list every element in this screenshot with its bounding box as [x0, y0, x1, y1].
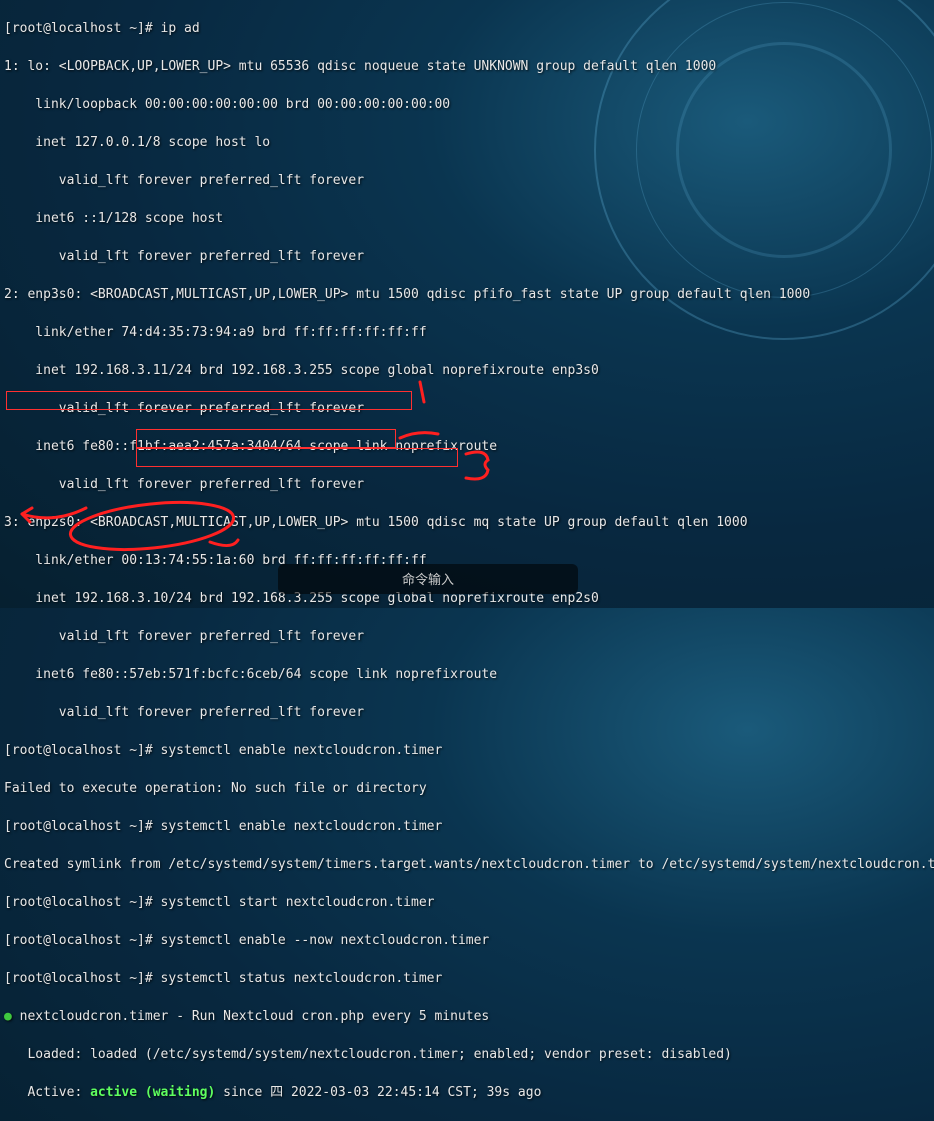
terminal-line: valid_lft forever preferred_lft forever	[4, 399, 930, 418]
status-unit-text: nextcloudcron.timer - Run Nextcloud cron…	[12, 1009, 489, 1024]
terminal-line: 3: enp2s0: <BROADCAST,MULTICAST,UP,LOWER…	[4, 513, 930, 532]
status-loaded-line: Loaded: loaded (/etc/systemd/system/next…	[4, 1045, 930, 1064]
status-loaded-value: loaded (/etc/systemd/system/nextcloudcro…	[90, 1047, 732, 1062]
terminal-line: inet6 fe80::f1bf:aea2:457a:3404/64 scope…	[4, 437, 930, 456]
terminal-line: inet 192.168.3.11/24 brd 192.168.3.255 s…	[4, 361, 930, 380]
terminal-line: Created symlink from /etc/systemd/system…	[4, 855, 930, 874]
terminal-line: valid_lft forever preferred_lft forever	[4, 171, 930, 190]
terminal-line: [root@localhost ~]# systemctl enable nex…	[4, 741, 930, 760]
terminal-line: inet6 fe80::57eb:571f:bcfc:6ceb/64 scope…	[4, 665, 930, 684]
command-input-bar[interactable]: 命令输入	[278, 564, 578, 594]
terminal-line: [root@localhost ~]# ip ad	[4, 19, 930, 38]
terminal-line: inet 127.0.0.1/8 scope host lo	[4, 133, 930, 152]
terminal-output: [root@localhost ~]# ip ad 1: lo: <LOOPBA…	[0, 0, 934, 1121]
terminal-line: valid_lft forever preferred_lft forever	[4, 475, 930, 494]
terminal-line: link/loopback 00:00:00:00:00:00 brd 00:0…	[4, 95, 930, 114]
status-active-since: since 四 2022-03-03 22:45:14 CST; 39s ago	[215, 1085, 541, 1100]
terminal-line: valid_lft forever preferred_lft forever	[4, 247, 930, 266]
terminal-line: inet6 ::1/128 scope host	[4, 209, 930, 228]
status-loaded-label: Loaded:	[4, 1047, 90, 1062]
terminal-line: [root@localhost ~]# systemctl enable --n…	[4, 931, 930, 950]
status-active-state: active (waiting)	[90, 1085, 215, 1100]
terminal-line: valid_lft forever preferred_lft forever	[4, 703, 930, 722]
status-active-line: Active: active (waiting) since 四 2022-03…	[4, 1083, 930, 1102]
terminal-line: [root@localhost ~]# systemctl enable nex…	[4, 817, 930, 836]
terminal-line: Failed to execute operation: No such fil…	[4, 779, 930, 798]
terminal-line: link/ether 74:d4:35:73:94:a9 brd ff:ff:f…	[4, 323, 930, 342]
terminal-line: [root@localhost ~]# systemctl status nex…	[4, 969, 930, 988]
terminal-line: valid_lft forever preferred_lft forever	[4, 627, 930, 646]
status-bullet-icon: ●	[4, 1009, 12, 1024]
terminal-line: [root@localhost ~]# systemctl start next…	[4, 893, 930, 912]
status-unit-line: ● nextcloudcron.timer - Run Nextcloud cr…	[4, 1007, 930, 1026]
terminal-line: 1: lo: <LOOPBACK,UP,LOWER_UP> mtu 65536 …	[4, 57, 930, 76]
status-active-label: Active:	[4, 1085, 90, 1100]
terminal-line: 2: enp3s0: <BROADCAST,MULTICAST,UP,LOWER…	[4, 285, 930, 304]
command-input-placeholder: 命令输入	[402, 570, 454, 589]
